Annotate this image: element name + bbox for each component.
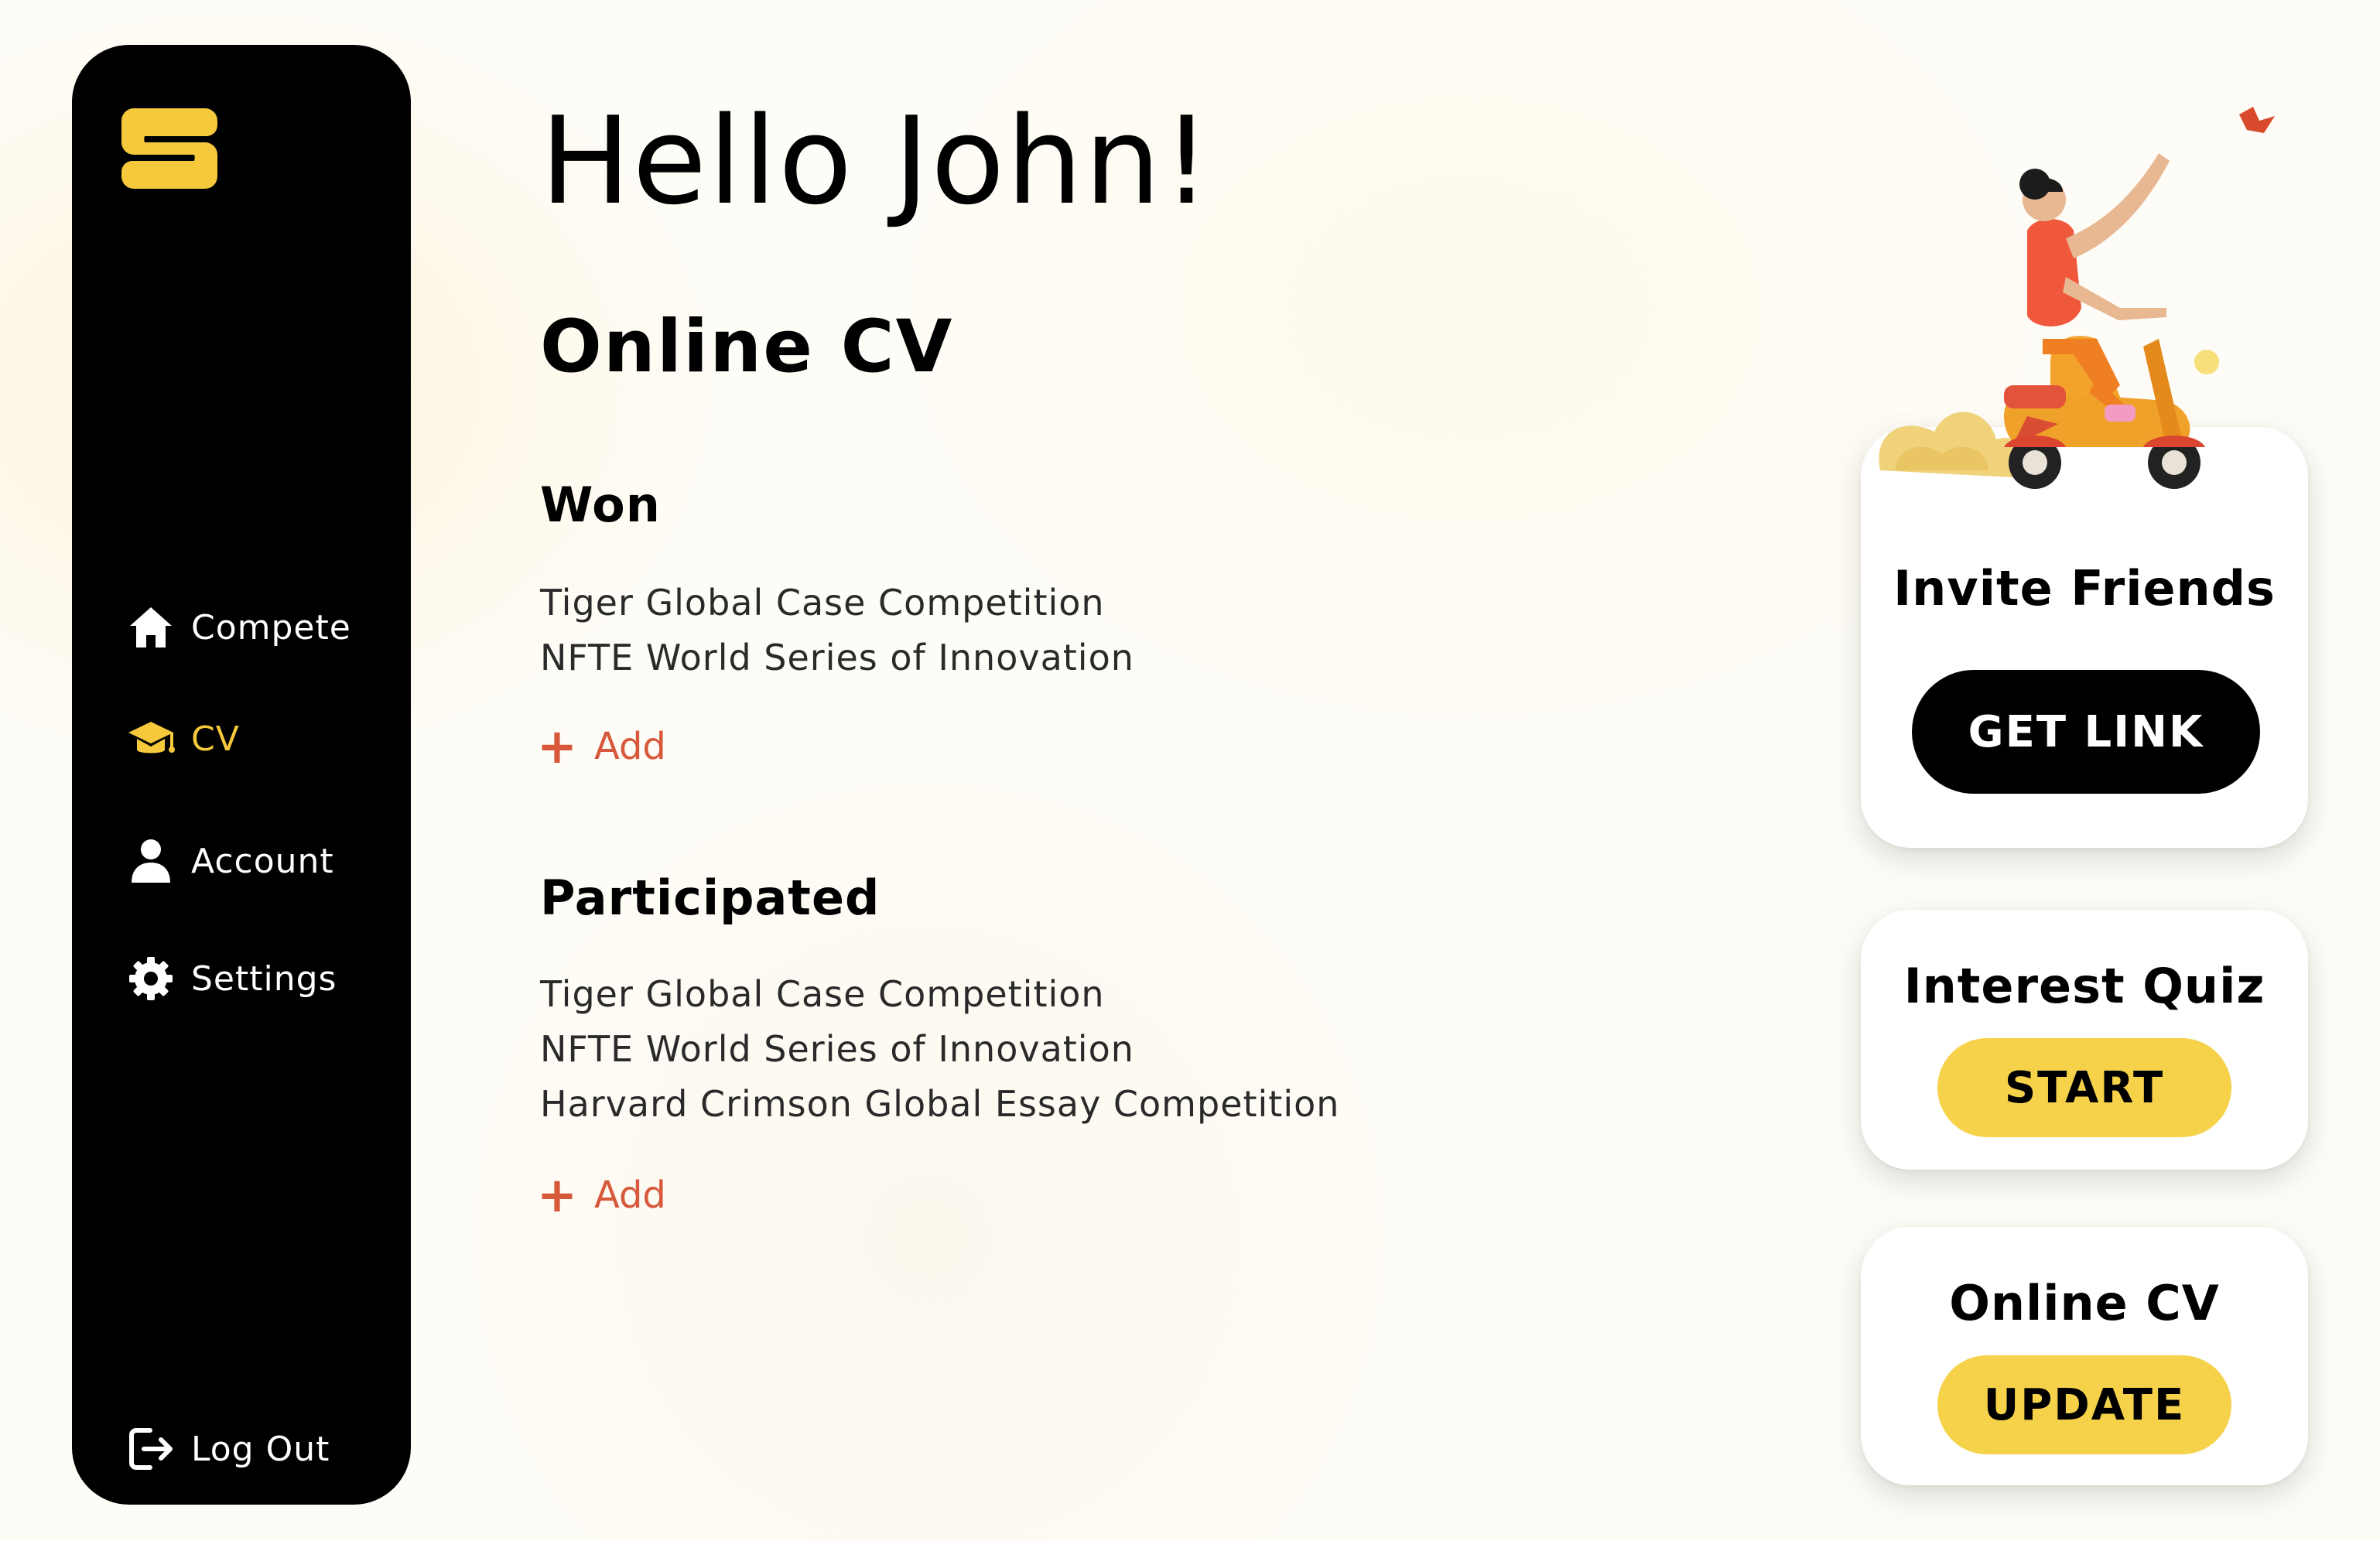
add-won-button[interactable]: + Add: [537, 723, 666, 770]
participated-heading: Participated: [540, 870, 881, 926]
sidebar: Compete CV Account Settings Log Out: [72, 45, 411, 1505]
s-logo-icon[interactable]: [121, 108, 217, 189]
sidebar-item-compete[interactable]: Compete: [126, 600, 351, 654]
home-icon: [126, 603, 176, 652]
list-item: NFTE World Series of Innovation: [540, 637, 1134, 678]
sidebar-item-label: Account: [191, 841, 334, 881]
logout-button[interactable]: Log Out: [126, 1422, 330, 1476]
list-item: Tiger Global Case Competition: [540, 582, 1105, 624]
user-icon: [126, 836, 176, 886]
invite-friends-title: Invite Friends: [1893, 560, 2276, 617]
won-list: Tiger Global Case Competition NFTE World…: [540, 576, 1134, 685]
interest-quiz-title: Interest Quiz: [1903, 958, 2265, 1014]
won-heading: Won: [540, 477, 661, 533]
list-item: Tiger Global Case Competition: [540, 973, 1105, 1015]
sidebar-item-account[interactable]: Account: [126, 834, 334, 888]
update-cv-button[interactable]: UPDATE: [1937, 1355, 2231, 1454]
participated-list: Tiger Global Case Competition NFTE World…: [540, 967, 1339, 1132]
interest-quiz-card: Interest Quiz START: [1861, 910, 2308, 1170]
list-item: NFTE World Series of Innovation: [540, 1028, 1134, 1070]
get-link-button[interactable]: GET LINK: [1912, 670, 2260, 794]
add-label: Add: [593, 725, 666, 768]
plus-icon: +: [537, 718, 577, 774]
greeting-heading: Hello John!: [540, 91, 1212, 231]
sidebar-item-label: Settings: [191, 958, 337, 999]
sidebar-item-label: Compete: [191, 607, 351, 647]
plus-icon: +: [537, 1167, 577, 1223]
start-quiz-button[interactable]: START: [1937, 1038, 2231, 1137]
online-cv-card: Online CV UPDATE: [1861, 1227, 2308, 1485]
sidebar-item-settings[interactable]: Settings: [126, 952, 337, 1006]
sidebar-item-label: CV: [191, 719, 240, 759]
page-title: Online CV: [540, 305, 954, 389]
logout-icon: [126, 1424, 176, 1474]
online-cv-card-title: Online CV: [1949, 1275, 2220, 1331]
logout-label: Log Out: [191, 1429, 330, 1469]
sidebar-item-cv[interactable]: CV: [126, 712, 240, 766]
list-item: Harvard Crimson Global Essay Competition: [540, 1083, 1340, 1125]
gear-icon: [126, 954, 176, 1003]
add-participated-button[interactable]: + Add: [537, 1171, 666, 1219]
scooter-rider-illustration: [1872, 107, 2290, 524]
graduation-cap-icon: [126, 714, 176, 764]
add-label: Add: [593, 1174, 666, 1217]
